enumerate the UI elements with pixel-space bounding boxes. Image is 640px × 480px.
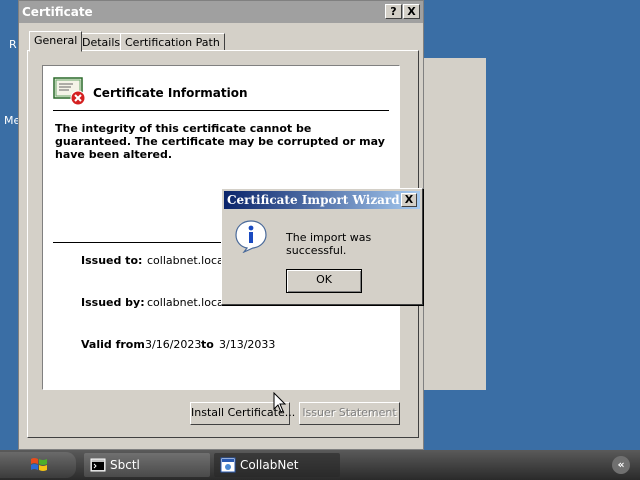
desktop-icon-label: R [9,38,17,51]
divider [53,110,389,111]
mouse-cursor-icon [273,392,287,413]
certificate-title-bar[interactable]: Certificate ? X [19,1,423,23]
taskbar-item-label: Sbctl [110,458,140,472]
taskbar-item-sbctl[interactable]: Sbctl [84,453,210,477]
info-heading: Certificate Information [93,86,248,100]
help-button[interactable]: ? [385,4,402,19]
tab-details[interactable]: Details [77,33,126,51]
background-window [424,58,486,390]
wizard-title-bar[interactable]: Certificate Import Wizard X [224,191,420,209]
certificate-error-icon [53,77,86,106]
wizard-close-button[interactable]: X [401,193,417,207]
issued-to-label: Issued to: [81,254,143,267]
taskbar-item-label: CollabNet [240,458,299,472]
information-icon [235,220,267,253]
browser-icon [220,457,236,473]
issuer-statement-button[interactable]: Issuer Statement [299,402,400,425]
tab-certification-path[interactable]: Certification Path [120,33,225,51]
window-title: Certificate [22,5,93,19]
tab-general[interactable]: General [29,31,83,52]
valid-to-label: to [201,338,214,351]
close-button[interactable]: X [403,4,420,19]
tray-expand-icon[interactable]: « [612,456,630,474]
valid-to-date: 3/13/2033 [219,338,276,351]
ok-button[interactable]: OK [286,269,362,293]
issued-by-label: Issued by: [81,296,145,309]
windows-logo-icon [31,458,47,471]
import-success-message: The import was successful. [286,231,372,257]
issued-to-value: collabnet.local [147,254,227,267]
wizard-title: Certificate Import Wizard [227,193,400,207]
taskbar: Sbctl CollabNet « [0,450,640,480]
start-button[interactable] [0,452,76,478]
issued-by-value: collabnet.local [147,296,227,309]
valid-from-label: Valid from [81,338,145,351]
valid-from-date: 3/16/2023 [145,338,202,351]
import-wizard-dialog: Certificate Import Wizard X The import w… [221,188,423,305]
taskbar-item-collabnet[interactable]: CollabNet [214,453,340,477]
integrity-warning: The integrity of this certificate cannot… [55,122,385,161]
terminal-icon [90,458,106,472]
